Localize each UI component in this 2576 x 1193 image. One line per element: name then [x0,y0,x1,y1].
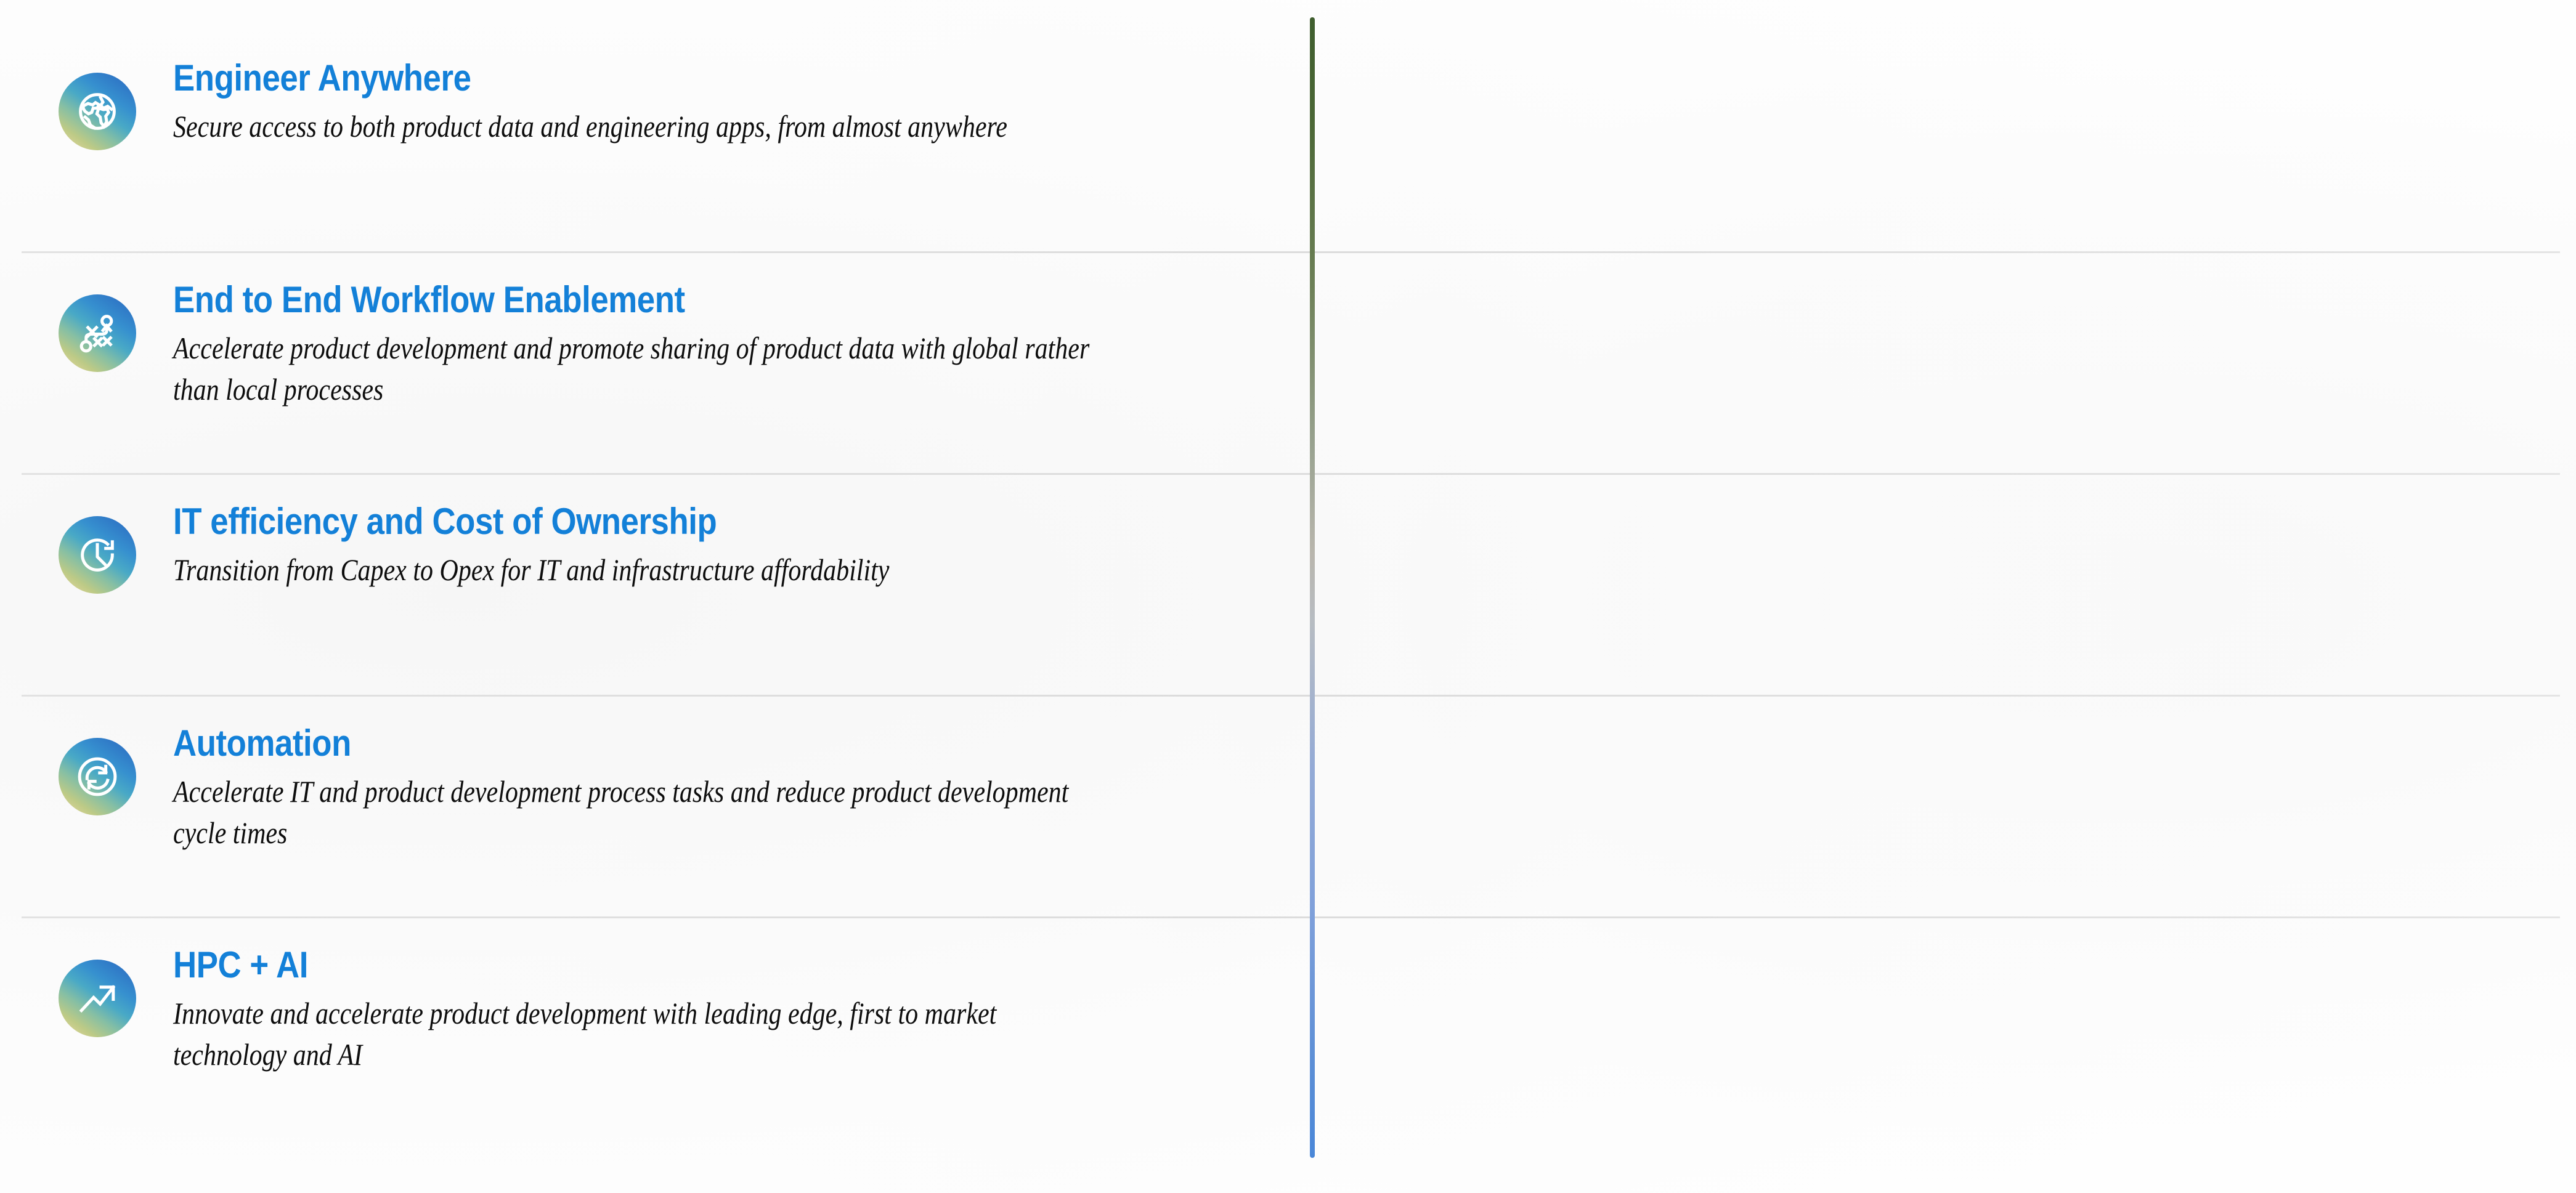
benefit-text: Automation Accelerate IT and product dev… [173,724,1266,854]
benefit-item[interactable]: Automation Accelerate IT and product dev… [59,724,1266,854]
row-separator-1 [22,251,2560,253]
benefit-description: Transition from Capex to Opex for IT and… [173,552,890,588]
benefit-item[interactable]: Engineer Anywhere Secure access to both … [59,59,1266,150]
benefit-text: IT efficiency and Cost of Ownership Tran… [173,501,1266,591]
benefit-item[interactable]: IT efficiency and Cost of Ownership Tran… [59,501,1266,594]
benefit-description: Accelerate IT and product development pr… [173,774,1069,851]
right-column: Speed & Agility Meet business demands wi… [1314,0,2576,1193]
benefit-item[interactable]: End to End Workflow Enablement Accelerat… [59,279,1266,410]
benefit-description: Innovate and accelerate product developm… [173,996,997,1072]
center-divider [1310,17,1315,1158]
left-column: Engineer Anywhere Secure access to both … [0,0,1314,1193]
benefit-title: HPC + AI [173,944,308,985]
benefit-description: Accelerate product development and promo… [173,331,1090,407]
benefits-grid: Engineer Anywhere Secure access to both … [0,0,2576,1193]
refresh-sync-icon [59,738,136,815]
benefit-title: End to End Workflow Enablement [173,279,685,320]
benefit-title: IT efficiency and Cost of Ownership [173,501,717,542]
slide-canvas: Engineer Anywhere Secure access to both … [0,0,2576,1193]
benefit-description: Secure access to both product data and e… [173,109,1007,144]
benefit-text: HPC + AI Innovate and accelerate product… [173,944,1266,1075]
benefit-text: Engineer Anywhere Secure access to both … [173,59,1266,147]
globe-icon [59,73,136,150]
benefit-title: Engineer Anywhere [173,57,471,99]
benefit-title: Automation [173,722,351,764]
strategy-playbook-icon [59,294,136,372]
benefit-text: End to End Workflow Enablement Accelerat… [173,279,1266,410]
row-separator-4 [22,916,2560,918]
trending-up-icon [59,960,136,1037]
row-separator-3 [22,695,2560,697]
benefit-item[interactable]: HPC + AI Innovate and accelerate product… [59,944,1266,1075]
row-separator-2 [22,473,2560,475]
clock-arrow-icon [59,516,136,594]
